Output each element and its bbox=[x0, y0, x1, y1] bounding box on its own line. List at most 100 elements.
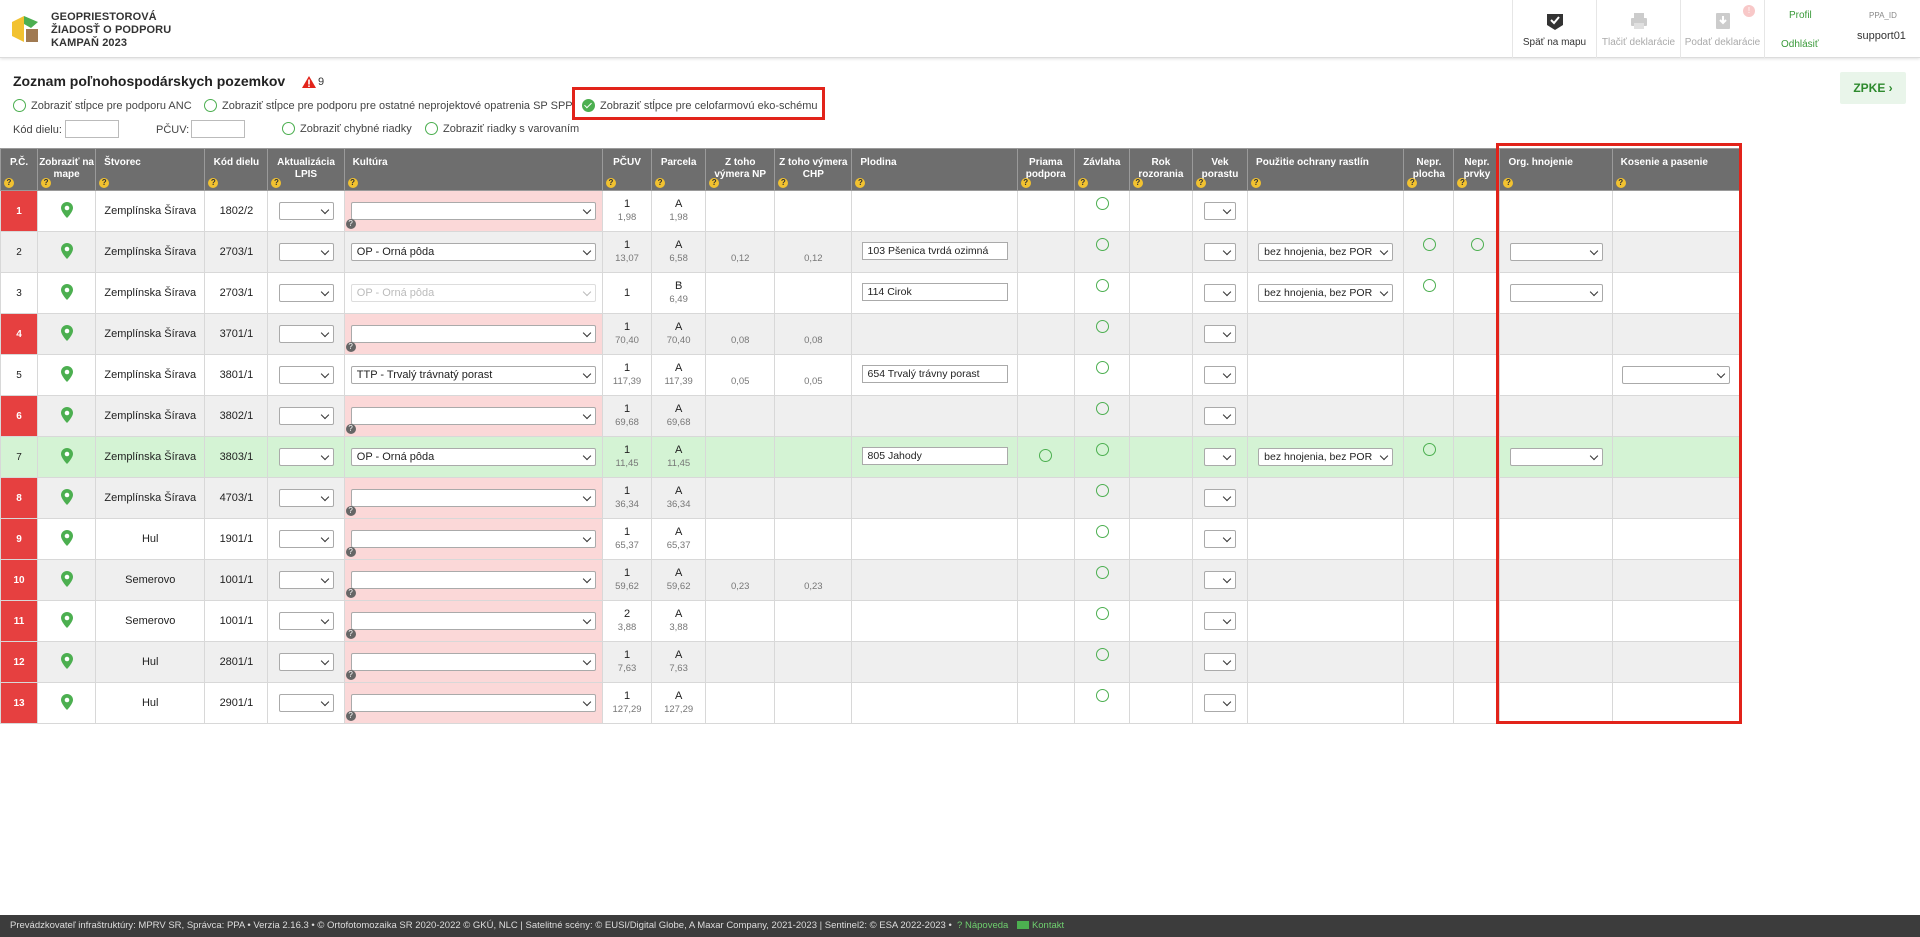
kultura-select[interactable]: OP - Orná pôda bbox=[350, 243, 596, 261]
lpis-update-select[interactable] bbox=[278, 489, 334, 507]
table-row[interactable]: 1 Zemplínska Šírava 1802/2? 1 1,98 A 1,98 bbox=[0, 190, 1741, 232]
lpis-update-select[interactable] bbox=[278, 530, 334, 548]
plodina-field[interactable]: 654 Trvalý trávny porast bbox=[861, 364, 1008, 383]
profile-link[interactable]: Profil bbox=[1789, 10, 1812, 21]
kultura-select[interactable] bbox=[350, 530, 596, 548]
kultura-select[interactable] bbox=[350, 202, 596, 220]
kultura-help-icon[interactable]: ? bbox=[345, 547, 356, 557]
contact-link[interactable]: Kontakt bbox=[1032, 920, 1064, 931]
plodina-field[interactable]: 103 Pšenica tvrdá ozimná bbox=[861, 241, 1008, 260]
show-on-map-cell[interactable] bbox=[37, 436, 97, 478]
ochrana-select[interactable]: bez hnojenia, bez POR bbox=[1258, 284, 1394, 302]
lpis-update-select[interactable] bbox=[278, 694, 334, 712]
help-icon[interactable]: ? bbox=[1457, 178, 1468, 188]
kultura-select[interactable]: OP - Orná pôda bbox=[350, 284, 596, 302]
help-icon[interactable]: ? bbox=[1077, 178, 1088, 188]
lpis-update-select[interactable] bbox=[278, 284, 334, 302]
help-icon[interactable]: ? bbox=[606, 178, 616, 188]
show-on-map-cell[interactable] bbox=[37, 477, 97, 519]
show-on-map-cell[interactable] bbox=[37, 272, 97, 314]
help-icon[interactable]: ? bbox=[655, 178, 666, 188]
kultura-select[interactable] bbox=[350, 571, 596, 589]
kultura-help-icon[interactable]: ? bbox=[345, 342, 356, 352]
map-pin-icon[interactable] bbox=[60, 201, 73, 218]
back-to-map-button[interactable]: Späť na mapu bbox=[1512, 0, 1596, 58]
vek-porastu-select[interactable] bbox=[1204, 530, 1236, 548]
vek-porastu-select[interactable] bbox=[1204, 284, 1236, 302]
help-icon[interactable]: ? bbox=[41, 178, 52, 188]
vek-porastu-select[interactable] bbox=[1204, 448, 1236, 466]
show-anc-columns-option[interactable]: Zobraziť stĺpce pre podporu ANC bbox=[13, 99, 192, 112]
help-icon[interactable]: ? bbox=[778, 178, 789, 188]
map-pin-icon[interactable] bbox=[60, 529, 73, 546]
table-row[interactable]: 8 Zemplínska Šírava 4703/1? 1 36,34 A 36,34 bbox=[0, 477, 1741, 519]
kultura-select[interactable] bbox=[350, 653, 596, 671]
help-icon[interactable]: ? bbox=[1020, 178, 1031, 188]
zavlaha-toggle[interactable] bbox=[1095, 443, 1109, 456]
pcuv-input[interactable] bbox=[191, 120, 245, 138]
map-pin-icon[interactable] bbox=[60, 447, 73, 464]
zavlaha-toggle[interactable] bbox=[1095, 484, 1109, 497]
table-row[interactable]: 12 Hul 2801/1? 1 7,63 A 7,63 bbox=[0, 641, 1741, 683]
vek-porastu-select[interactable] bbox=[1204, 489, 1236, 507]
map-pin-icon[interactable] bbox=[60, 242, 73, 259]
kultura-help-icon[interactable]: ? bbox=[345, 629, 356, 639]
show-on-map-cell[interactable] bbox=[37, 682, 97, 724]
table-row[interactable]: 3 Zemplínska Šírava 2703/1 OP - Orná pôda 1 B… bbox=[0, 272, 1741, 314]
help-icon[interactable]: ? bbox=[855, 178, 866, 188]
map-pin-icon[interactable] bbox=[60, 406, 73, 423]
map-pin-icon[interactable] bbox=[60, 283, 73, 300]
show-on-map-cell[interactable] bbox=[37, 600, 97, 642]
zavlaha-toggle[interactable] bbox=[1095, 689, 1109, 702]
show-on-map-cell[interactable] bbox=[37, 641, 97, 683]
kod-dielu-input[interactable] bbox=[65, 120, 119, 138]
kultura-help-icon[interactable]: ? bbox=[345, 506, 356, 516]
vek-porastu-select[interactable] bbox=[1204, 653, 1236, 671]
show-on-map-cell[interactable] bbox=[37, 518, 97, 560]
table-row[interactable]: 6 Zemplínska Šírava 3802/1? 1 69,68 A 69,68 bbox=[0, 395, 1741, 437]
show-on-map-cell[interactable] bbox=[37, 190, 97, 232]
logout-link[interactable]: Odhlásiť bbox=[1781, 39, 1819, 50]
lpis-update-select[interactable] bbox=[278, 612, 334, 630]
table-row[interactable]: 10 Semerovo 1001/1? 1 59,62 A 59,62 0,23 0,23 bbox=[0, 559, 1741, 601]
nepr-plocha-toggle[interactable] bbox=[1422, 279, 1436, 292]
table-row[interactable]: 4 Zemplínska Šírava 3701/1? 1 70,40 A 70,40 0,0… bbox=[0, 313, 1741, 355]
kultura-help-icon[interactable]: ? bbox=[345, 424, 356, 434]
vek-porastu-select[interactable] bbox=[1204, 612, 1236, 630]
zavlaha-toggle[interactable] bbox=[1095, 279, 1109, 292]
zpke-button[interactable]: ZPKE › bbox=[1840, 72, 1906, 104]
plodina-field[interactable]: 114 Cirok bbox=[861, 282, 1008, 301]
lpis-update-select[interactable] bbox=[278, 243, 334, 261]
nepr-plocha-toggle[interactable] bbox=[1422, 238, 1436, 251]
help-icon[interactable]: ? bbox=[1195, 178, 1206, 188]
kultura-help-icon[interactable]: ? bbox=[345, 588, 356, 598]
ochrana-select[interactable]: bez hnojenia, bez POR bbox=[1258, 243, 1394, 261]
zavlaha-toggle[interactable] bbox=[1095, 402, 1109, 415]
show-error-rows-option[interactable]: Zobraziť chybné riadky bbox=[282, 122, 412, 135]
priama-podpora-toggle[interactable] bbox=[1039, 449, 1053, 462]
kultura-help-icon[interactable]: ? bbox=[345, 711, 356, 721]
vek-porastu-select[interactable] bbox=[1204, 202, 1236, 220]
lpis-update-select[interactable] bbox=[278, 366, 334, 384]
table-row[interactable]: 7 Zemplínska Šírava 3803/1 OP - Orná pôda 1 1… bbox=[0, 436, 1741, 478]
table-row[interactable]: 5 Zemplínska Šírava 3801/1 TTP - Trvalý trá… bbox=[0, 354, 1741, 396]
table-row[interactable]: 11 Semerovo 1001/1? 2 3,88 A 3,88 bbox=[0, 600, 1741, 642]
map-pin-icon[interactable] bbox=[60, 693, 73, 710]
help-icon[interactable]: ? bbox=[4, 178, 14, 188]
kultura-select[interactable] bbox=[350, 612, 596, 630]
lpis-update-select[interactable] bbox=[278, 448, 334, 466]
vek-porastu-select[interactable] bbox=[1204, 366, 1236, 384]
map-pin-icon[interactable] bbox=[60, 570, 73, 587]
lpis-update-select[interactable] bbox=[278, 202, 334, 220]
ochrana-select[interactable]: bez hnojenia, bez POR bbox=[1258, 448, 1394, 466]
help-icon[interactable]: ? bbox=[709, 178, 720, 188]
zavlaha-toggle[interactable] bbox=[1095, 566, 1109, 579]
lpis-update-select[interactable] bbox=[278, 653, 334, 671]
kultura-select[interactable] bbox=[350, 407, 596, 425]
show-on-map-cell[interactable] bbox=[37, 231, 97, 273]
help-icon[interactable]: ? bbox=[1251, 178, 1262, 188]
zavlaha-toggle[interactable] bbox=[1095, 525, 1109, 538]
show-on-map-cell[interactable] bbox=[37, 313, 97, 355]
show-on-map-cell[interactable] bbox=[37, 354, 97, 396]
kultura-help-icon[interactable]: ? bbox=[345, 219, 356, 229]
